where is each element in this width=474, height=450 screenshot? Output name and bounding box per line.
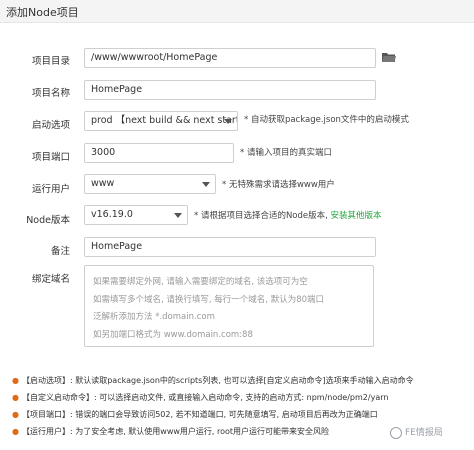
watermark-logo-icon — [390, 426, 402, 439]
project-dir-input[interactable]: /www/wwwroot/HomePage — [84, 48, 376, 68]
start-option-hint: * 自动获取package.json文件中的启动模式 — [244, 115, 409, 125]
start-option-select[interactable]: prod 【next build && next start】 — [84, 111, 238, 131]
chevron-down-icon — [224, 119, 232, 124]
note-item: ● 【项目端口】: 错误的端口会导致访问502, 若不知道端口, 可先随意填写, … — [12, 406, 472, 423]
node-version-value: v16.19.0 — [91, 209, 133, 220]
start-option-value: prod 【next build && next start】 — [91, 115, 238, 126]
bullet-icon: ● — [12, 393, 19, 402]
note-text: 【运行用户】: 为了安全考虑, 默认使用www用户运行, root用户运行可能带… — [21, 427, 330, 436]
bullet-icon: ● — [12, 427, 19, 436]
bullet-icon: ● — [12, 376, 19, 385]
start-option-label: 启动选项 — [31, 120, 70, 131]
run-user-label: 运行用户 — [31, 184, 70, 195]
domain-placeholder-line: 如需填写多个域名, 请换行填写, 每行一个域名, 默认为80端口 — [93, 294, 325, 305]
node-version-hint: * 请根据项目选择合适的Node版本, 安装其他版本 — [194, 209, 382, 221]
project-name-input[interactable]: HomePage — [84, 80, 376, 100]
note-item: ● 【启动选项】: 默认读取package.json中的scripts列表, 也可… — [12, 372, 472, 389]
project-name-label: 项目名称 — [31, 88, 70, 99]
dialog-header: 添加Node项目 — [0, 0, 474, 23]
remark-input[interactable]: HomePage — [84, 237, 376, 257]
node-version-select[interactable]: v16.19.0 — [84, 205, 188, 225]
project-port-hint: * 请输入项目的真实端口 — [240, 148, 332, 158]
watermark-text: FE情报局 — [405, 428, 443, 438]
note-text: 【项目端口】: 错误的端口会导致访问502, 若不知道端口, 可先随意填写, 启… — [21, 410, 378, 419]
node-version-label: Node版本 — [26, 215, 70, 226]
dialog-title: 添加Node项目 — [6, 6, 79, 19]
remark-label: 备注 — [50, 246, 70, 257]
install-other-version-link[interactable]: 安装其他版本 — [331, 211, 382, 221]
chevron-down-icon — [174, 213, 182, 218]
folder-icon[interactable] — [382, 52, 396, 63]
domain-label: 绑定域名 — [31, 274, 70, 285]
note-text: 【启动选项】: 默认读取package.json中的scripts列表, 也可以… — [21, 376, 414, 385]
run-user-hint: * 无特殊需求请选择www用户 — [222, 180, 335, 190]
note-item: ● 【自定义启动命令】: 可以选择启动文件, 或直接输入启动命令, 支持的启动方式… — [12, 389, 472, 406]
domain-placeholder-line: 如果需要绑定外网, 请输入需要绑定的域名, 该选项可为空 — [93, 277, 308, 287]
project-port-label: 项目端口 — [31, 152, 70, 163]
run-user-select[interactable]: www — [84, 174, 216, 194]
chevron-down-icon — [202, 182, 210, 187]
project-port-input[interactable]: 3000 — [84, 143, 234, 163]
domain-placeholder-line: 如另加端口格式为 www.domain.com:88 — [93, 329, 253, 340]
run-user-value: www — [91, 178, 115, 189]
node-version-hint-text: * 请根据项目选择合适的Node版本, — [194, 211, 328, 221]
domain-textarea[interactable]: 如果需要绑定外网, 请输入需要绑定的域名, 该选项可为空 如需填写多个域名, 请… — [84, 265, 374, 347]
bullet-icon: ● — [12, 410, 19, 419]
note-text: 【自定义启动命令】: 可以选择启动文件, 或直接输入启动命令, 支持的启动方式:… — [21, 393, 389, 402]
watermark: FE情报局 — [390, 425, 443, 439]
project-dir-label: 项目目录 — [31, 56, 70, 67]
domain-placeholder-line: 泛解析添加方法 *.domain.com — [93, 312, 215, 322]
